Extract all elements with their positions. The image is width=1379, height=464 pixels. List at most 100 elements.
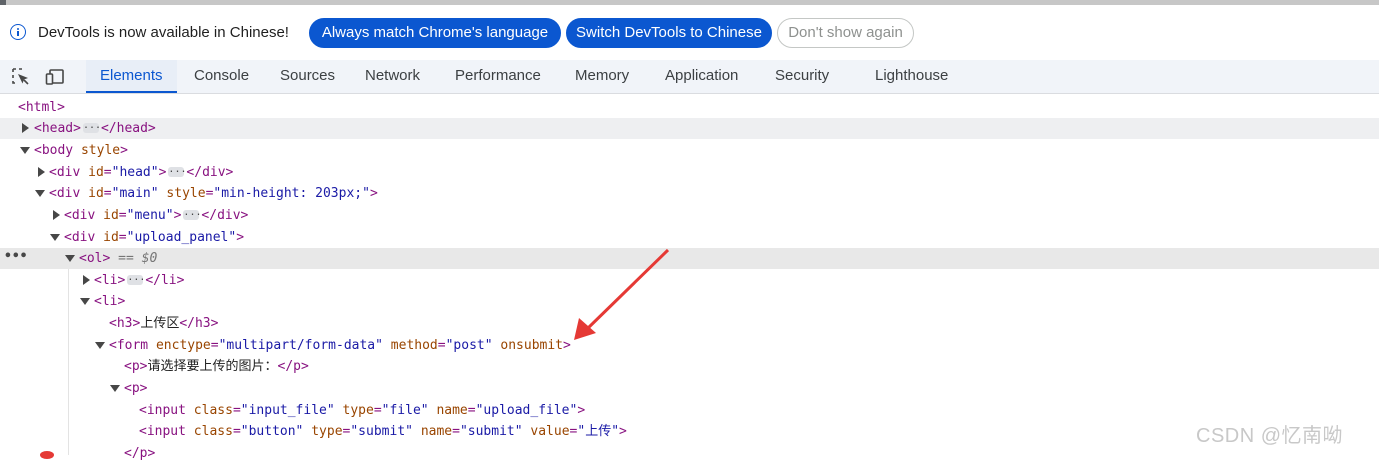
ellipsis-icon[interactable]: ... bbox=[168, 164, 186, 177]
dom-node-div-head[interactable]: <div id="head"> ...</div> bbox=[0, 162, 1379, 183]
tab-network[interactable]: Network bbox=[365, 60, 420, 93]
dom-node-input-submit[interactable]: <input class="button" type="submit" name… bbox=[0, 421, 1379, 442]
switch-language-button[interactable]: Switch DevTools to Chinese bbox=[566, 18, 772, 48]
language-infobar: DevTools is now available in Chinese! Al… bbox=[0, 5, 1379, 60]
attr-value: "submit" bbox=[459, 424, 523, 439]
dom-node-li-expanded[interactable]: <li> bbox=[0, 291, 1379, 312]
attr-name: id bbox=[88, 165, 104, 180]
tab-performance[interactable]: Performance bbox=[455, 60, 541, 93]
attr-name: style bbox=[166, 186, 206, 201]
tag-text: <p> bbox=[124, 381, 148, 396]
expand-arrow-icon[interactable] bbox=[83, 275, 90, 285]
collapse-arrow-icon[interactable] bbox=[110, 385, 120, 392]
dom-node-p[interactable]: <p> bbox=[0, 378, 1379, 399]
ellipsis-icon[interactable]: ... bbox=[82, 120, 101, 133]
tag-text: > bbox=[173, 208, 182, 223]
tag-text: </li> bbox=[145, 273, 185, 288]
tag-text: </head> bbox=[100, 121, 156, 136]
tab-elements[interactable]: Elements bbox=[86, 60, 177, 93]
attr-name: class bbox=[193, 424, 233, 439]
tab-sources[interactable]: Sources bbox=[280, 60, 335, 93]
expand-arrow-icon[interactable] bbox=[53, 210, 60, 220]
tag-text: <input bbox=[139, 424, 186, 439]
attr-name: id bbox=[103, 230, 119, 245]
tab-memory[interactable]: Memory bbox=[575, 60, 629, 93]
more-actions-icon[interactable]: ••• bbox=[4, 248, 27, 265]
dom-node-input-file[interactable]: <input class="input_file" type="file" na… bbox=[0, 400, 1379, 421]
attr-value: "input_file" bbox=[240, 403, 335, 418]
inspect-element-icon[interactable] bbox=[11, 67, 31, 87]
tab-application[interactable]: Application bbox=[665, 60, 738, 93]
dom-node-ol-selected[interactable]: ••• <ol> == $0 bbox=[0, 248, 1379, 269]
dom-node-p-prompt[interactable]: <p>请选择要上传的图片：</p> bbox=[0, 356, 1379, 377]
tag-text: > bbox=[120, 143, 128, 158]
tag-text: <li> bbox=[94, 273, 126, 288]
collapse-arrow-icon[interactable] bbox=[20, 147, 30, 154]
tag-text: > bbox=[563, 338, 571, 353]
dom-node-head[interactable]: <head> ...</head> bbox=[0, 118, 1379, 139]
attr-name: style bbox=[80, 143, 121, 158]
node-text: 请选择要上传的图片： bbox=[147, 359, 278, 374]
collapse-arrow-icon[interactable] bbox=[80, 298, 90, 305]
dont-show-again-button[interactable]: Don't show again bbox=[777, 18, 914, 48]
attr-name: onsubmit bbox=[500, 338, 564, 353]
selected-marker: == $0 bbox=[118, 251, 158, 266]
expand-arrow-icon[interactable] bbox=[22, 123, 29, 133]
tag-text: <input bbox=[139, 403, 186, 418]
dom-tree: <html> <head> ...</head> <body style> <di… bbox=[0, 94, 1379, 461]
tag-text: <body bbox=[34, 143, 74, 158]
tag-text: </div> bbox=[201, 208, 249, 223]
match-language-button[interactable]: Always match Chrome's language bbox=[309, 18, 561, 48]
tab-security[interactable]: Security bbox=[775, 60, 829, 93]
attr-value: "button" bbox=[240, 424, 304, 439]
watermark: CSDN @忆南呦 bbox=[1196, 425, 1344, 447]
expand-arrow-icon[interactable] bbox=[38, 167, 45, 177]
attr-value: "上传" bbox=[577, 424, 620, 439]
tag-text: > bbox=[369, 186, 378, 201]
attr-value: "file" bbox=[381, 403, 429, 418]
tag-text: <form bbox=[109, 338, 149, 353]
attr-value: "min-height: 203px;" bbox=[213, 186, 370, 201]
attr-value: "upload_file" bbox=[475, 403, 578, 418]
ellipsis-icon[interactable]: ... bbox=[127, 272, 145, 285]
dom-node-html[interactable]: <html> bbox=[0, 97, 1379, 118]
attr-value: "submit" bbox=[350, 424, 413, 439]
dom-node-li[interactable]: <li> ...</li> bbox=[0, 270, 1379, 291]
attr-name: value bbox=[530, 424, 570, 439]
collapse-arrow-icon[interactable] bbox=[65, 255, 75, 262]
dom-node-div-main[interactable]: <div id="main" style="min-height: 203px;… bbox=[0, 183, 1379, 204]
tag-text: > bbox=[619, 424, 627, 439]
attr-value: "head" bbox=[111, 165, 159, 180]
attr-name: name bbox=[436, 403, 468, 418]
tag-text: > bbox=[577, 403, 586, 418]
tag-text: </p> bbox=[277, 359, 309, 374]
tag-text: </div> bbox=[186, 165, 234, 180]
tag-text: <div bbox=[64, 208, 96, 223]
collapse-arrow-icon[interactable] bbox=[35, 190, 45, 197]
infobar-message: DevTools is now available in Chinese! bbox=[38, 24, 289, 41]
device-toolbar-icon[interactable] bbox=[45, 67, 65, 87]
dom-node-form[interactable]: <form enctype="multipart/form-data" meth… bbox=[0, 335, 1379, 356]
attr-value: "post" bbox=[445, 338, 493, 353]
tag-text: > bbox=[158, 165, 167, 180]
tag-text: </p> bbox=[124, 446, 156, 461]
collapse-arrow-icon[interactable] bbox=[50, 234, 60, 241]
tab-console[interactable]: Console bbox=[194, 60, 249, 93]
dom-node-div-menu[interactable]: <div id="menu"> ...</div> bbox=[0, 205, 1379, 226]
node-text: 上传区 bbox=[140, 316, 180, 331]
tag-text: <h3> bbox=[109, 316, 141, 331]
tag-text: <div bbox=[49, 186, 81, 201]
collapse-arrow-icon[interactable] bbox=[95, 342, 105, 349]
tab-lighthouse[interactable]: Lighthouse bbox=[875, 60, 948, 93]
ellipsis-icon[interactable]: ... bbox=[183, 207, 201, 220]
tag-text: </h3> bbox=[179, 316, 219, 331]
tag-text: <ol> bbox=[79, 251, 111, 266]
tag-text: <div bbox=[49, 165, 81, 180]
attr-name: class bbox=[193, 403, 233, 418]
info-icon bbox=[10, 24, 26, 40]
attr-name: enctype bbox=[155, 338, 211, 353]
dom-node-body[interactable]: <body style> bbox=[0, 140, 1379, 161]
dom-node-p-close[interactable]: </p> bbox=[0, 443, 1379, 464]
dom-node-h3[interactable]: <h3>上传区</h3> bbox=[0, 313, 1379, 334]
dom-node-div-upload-panel[interactable]: <div id="upload_panel"> bbox=[0, 227, 1379, 248]
